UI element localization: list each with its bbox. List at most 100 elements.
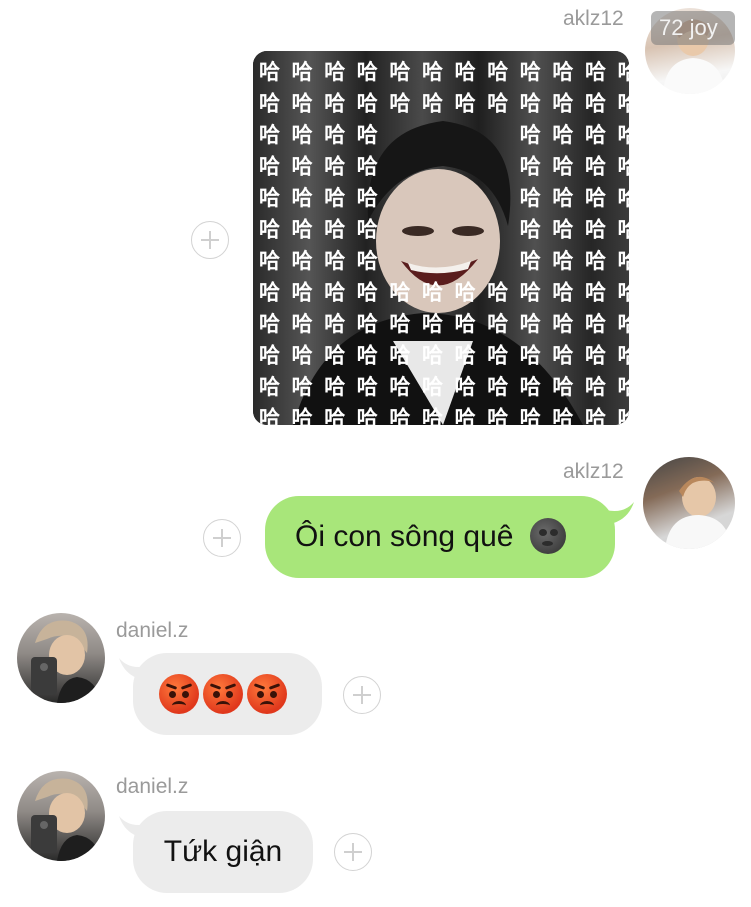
- overlay-char: 哈: [389, 375, 410, 399]
- avatar[interactable]: [643, 457, 735, 549]
- overlay-char: 哈: [324, 186, 345, 210]
- overlay-char: 哈: [259, 281, 280, 305]
- overlay-char: 哈: [324, 344, 345, 368]
- angry-face-icon: [159, 674, 199, 714]
- new-moon-face-icon: [529, 518, 566, 555]
- overlay-char: 哈: [552, 407, 573, 426]
- overlay-char: 哈: [324, 155, 345, 179]
- overlay-char: 哈: [552, 312, 573, 336]
- overlay-char: 哈: [389, 60, 410, 84]
- overlay-char: 哈: [520, 60, 541, 84]
- message-bubble[interactable]: [133, 653, 322, 735]
- overlay-char: 哈: [357, 281, 378, 305]
- overlay-char: 哈: [357, 375, 378, 399]
- overlay-char: 哈: [487, 92, 508, 116]
- add-reaction-button[interactable]: [191, 221, 229, 259]
- overlay-char: 哈: [455, 312, 476, 336]
- overlay-char: 哈: [324, 249, 345, 273]
- add-reaction-button[interactable]: [343, 676, 381, 714]
- overlay-char: 哈: [389, 312, 410, 336]
- overlay-char: 哈: [520, 249, 541, 273]
- avatar[interactable]: [17, 613, 105, 703]
- overlay-char: 哈: [292, 249, 313, 273]
- overlay-char: 哈: [324, 123, 345, 147]
- overlay-char: 哈: [552, 281, 573, 305]
- overlay-char: 哈: [357, 344, 378, 368]
- avatar-photo: [31, 620, 101, 703]
- overlay-char: 哈: [292, 312, 313, 336]
- sender-name: aklz12: [563, 460, 624, 483]
- overlay-char: 哈: [552, 123, 573, 147]
- overlay-char: 哈: [618, 92, 629, 116]
- overlay-char: 哈: [292, 375, 313, 399]
- overlay-char: 哈: [618, 407, 629, 426]
- overlay-char: 哈: [259, 407, 280, 426]
- overlay-char: 哈: [357, 60, 378, 84]
- overlay-char: 哈: [585, 407, 606, 426]
- overlay-char: 哈: [357, 407, 378, 426]
- overlay-char: 哈: [389, 407, 410, 426]
- overlay-char: 哈: [520, 186, 541, 210]
- overlay-char: 哈: [324, 375, 345, 399]
- add-reaction-button[interactable]: [334, 833, 372, 871]
- overlay-char: 哈: [422, 60, 443, 84]
- avatar-photo: [643, 457, 735, 549]
- overlay-char: 哈: [357, 123, 378, 147]
- overlay-char: 哈: [259, 123, 280, 147]
- message-bubble[interactable]: Tứk giận: [133, 811, 313, 893]
- overlay-char: 哈: [324, 312, 345, 336]
- overlay-char: 哈: [520, 375, 541, 399]
- overlay-char: 哈: [520, 123, 541, 147]
- overlay-char: 哈: [618, 218, 629, 242]
- image-message[interactable]: 哈哈哈哈哈哈哈哈哈哈哈哈哈哈哈哈哈哈哈哈哈哈哈哈哈哈哈哈哈哈哈哈哈哈哈哈哈哈哈哈…: [253, 51, 629, 425]
- overlay-char: 哈: [552, 218, 573, 242]
- overlay-char: 哈: [520, 407, 541, 426]
- angry-face-icon: [203, 674, 243, 714]
- overlay-char: 哈: [618, 123, 629, 147]
- overlay-char: 哈: [585, 123, 606, 147]
- overlay-char: 哈: [259, 60, 280, 84]
- overlay-char: 哈: [585, 312, 606, 336]
- overlay-char: 哈: [618, 60, 629, 84]
- overlay-char: 哈: [324, 60, 345, 84]
- avatar[interactable]: [17, 771, 105, 861]
- overlay-char: 哈: [259, 375, 280, 399]
- message-text: Tứk giận: [163, 835, 283, 868]
- sender-name: aklz12: [563, 7, 624, 30]
- avatar-photo: [31, 778, 101, 861]
- sender-name: daniel.z: [116, 619, 189, 642]
- overlay-char: 哈: [259, 344, 280, 368]
- overlay-char: 哈: [520, 155, 541, 179]
- overlay-char: 哈: [389, 281, 410, 305]
- overlay-char: 哈: [259, 92, 280, 116]
- overlay-char: 哈: [259, 155, 280, 179]
- overlay-char: 哈: [422, 281, 443, 305]
- overlay-char: 哈: [487, 312, 508, 336]
- overlay-char: 哈: [324, 281, 345, 305]
- overlay-char: 哈: [585, 344, 606, 368]
- overlay-char: 哈: [357, 155, 378, 179]
- overlay-char: 哈: [422, 312, 443, 336]
- overlay-char: 哈: [585, 375, 606, 399]
- angry-face-icon: [247, 674, 287, 714]
- overlay-char: 哈: [357, 186, 378, 210]
- overlay-char: 哈: [585, 281, 606, 305]
- overlay-char: 哈: [487, 375, 508, 399]
- overlay-char: 哈: [324, 218, 345, 242]
- overlay-char: 哈: [618, 344, 629, 368]
- overlay-char: 哈: [455, 60, 476, 84]
- overlay-char: 哈: [487, 407, 508, 426]
- overlay-char: 哈: [357, 249, 378, 273]
- overlay-char: 哈: [552, 60, 573, 84]
- overlay-char: 哈: [455, 375, 476, 399]
- overlay-char: 哈: [585, 218, 606, 242]
- overlay-char: 哈: [357, 312, 378, 336]
- add-reaction-button[interactable]: [203, 519, 241, 557]
- overlay-char: 哈: [422, 375, 443, 399]
- overlay-char: 哈: [455, 407, 476, 426]
- message-bubble[interactable]: Ôi con sông quê: [265, 496, 615, 578]
- overlay-char: 哈: [292, 60, 313, 84]
- overlay-char: 哈: [520, 312, 541, 336]
- overlay-char: 哈: [292, 218, 313, 242]
- overlay-char: 哈: [259, 312, 280, 336]
